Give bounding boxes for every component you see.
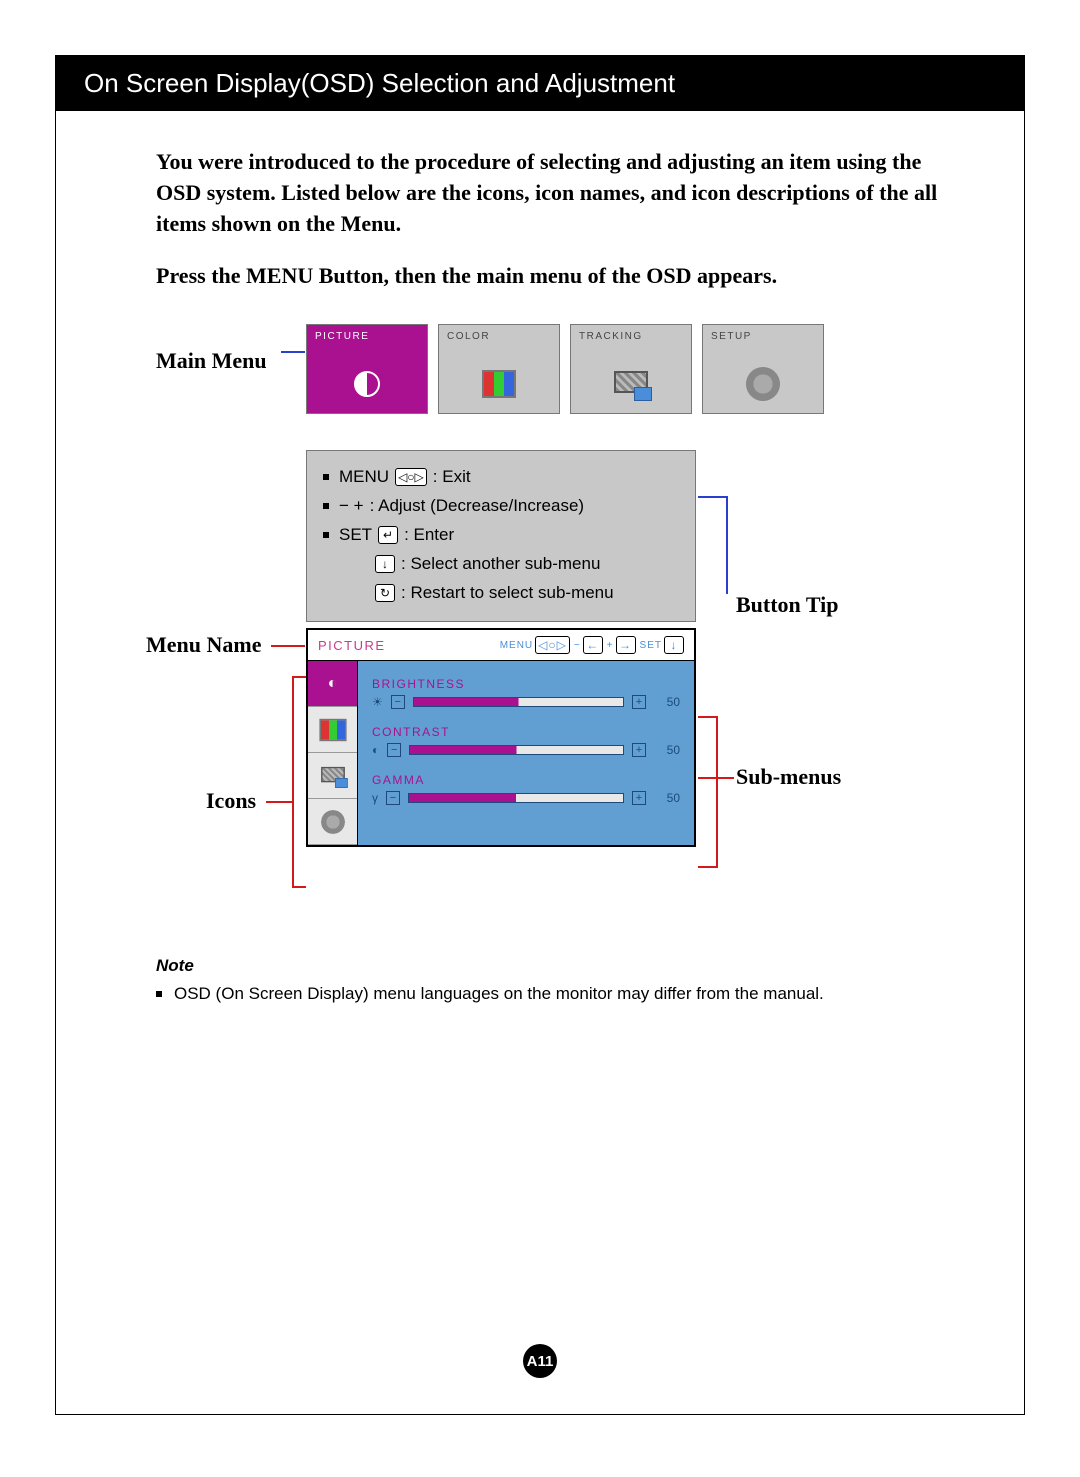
label-menu-name: Menu Name (146, 632, 261, 658)
tip-row: MENU ◁○▷ : Exit (323, 463, 679, 492)
increase-icon[interactable]: + (632, 791, 646, 805)
connector-line (266, 801, 294, 803)
osd-main-area: BRIGHTNESS ☀ − + 50 CONTRAST ◐ − (358, 660, 694, 845)
osd-btn-plus[interactable]: +→ (607, 636, 636, 654)
label-icons: Icons (206, 788, 256, 814)
connector-line (698, 866, 718, 868)
tip-row: ↻ : Restart to select sub-menu (323, 579, 679, 608)
intro-p1: You were introduced to the procedure of … (156, 147, 944, 239)
tile-picture[interactable]: PICTURE (306, 324, 428, 414)
restart-key-icon: ↻ (375, 584, 395, 602)
brightness-icon (307, 355, 427, 413)
intro-block: You were introduced to the procedure of … (56, 111, 1024, 292)
tip-row: ↓ : Select another sub-menu (323, 550, 679, 579)
enter-key-icon: ↵ (378, 526, 398, 544)
increase-icon[interactable]: + (632, 743, 646, 757)
increase-icon[interactable]: + (632, 695, 646, 709)
label-sub-menus: Sub-menus (736, 764, 841, 790)
tile-label: SETUP (711, 331, 752, 342)
button-tip-box: MENU ◁○▷ : Exit − + : Adjust (Decrease/I… (306, 450, 696, 622)
tip-desc: : Enter (404, 521, 454, 550)
osd-menu-name: PICTURE (318, 638, 386, 653)
page-number-badge: A11 (523, 1344, 557, 1378)
note-text: OSD (On Screen Display) menu languages o… (174, 984, 824, 1004)
note-block: Note OSD (On Screen Display) menu langua… (156, 956, 946, 1004)
tip-desc: : Restart to select sub-menu (401, 579, 614, 608)
osd-sidebar: ◐ (308, 660, 358, 845)
page-header: On Screen Display(OSD) Selection and Adj… (56, 56, 1024, 111)
side-icon-picture[interactable]: ◐ (308, 661, 357, 707)
tip-desc: : Select another sub-menu (401, 550, 600, 579)
submenu-label: BRIGHTNESS (372, 677, 680, 691)
label-main-menu: Main Menu (156, 348, 267, 374)
tile-label: TRACKING (579, 331, 643, 342)
tip-row: SET ↵ : Enter (323, 521, 679, 550)
side-icon-color[interactable] (308, 707, 357, 753)
osd-btn-set[interactable]: SET↓ (640, 636, 684, 654)
submenu-value: 50 (654, 695, 680, 709)
gear-icon (703, 355, 823, 413)
down-key-icon: ↓ (375, 555, 395, 573)
submenu-value: 50 (654, 791, 680, 805)
osd-btn-minus[interactable]: −← (574, 636, 603, 654)
connector-line (716, 716, 718, 866)
tile-color[interactable]: COLOR (438, 324, 560, 414)
color-bars-icon (439, 355, 559, 413)
connector-line (698, 496, 728, 498)
tip-prefix: MENU (339, 463, 389, 492)
slider-bar[interactable] (413, 697, 624, 707)
tile-setup[interactable]: SETUP (702, 324, 824, 414)
tip-prefix: − + (339, 492, 364, 521)
slider-bar[interactable] (409, 745, 624, 755)
tile-tracking[interactable]: TRACKING (570, 324, 692, 414)
submenu-icon: ☀ (372, 695, 383, 709)
intro-p2: Press the MENU Button, then the main men… (156, 261, 944, 292)
tile-label: PICTURE (315, 331, 369, 342)
side-icon-tracking[interactable] (308, 753, 357, 799)
connector-line (271, 645, 305, 647)
tip-desc: : Adjust (Decrease/Increase) (370, 492, 584, 521)
connector-line (292, 676, 306, 678)
submenu-icon: γ (372, 791, 378, 805)
tip-row: − + : Adjust (Decrease/Increase) (323, 492, 679, 521)
tracking-icon (571, 355, 691, 413)
osd-btn-menu[interactable]: MENU◁○▷ (500, 636, 570, 654)
submenu-contrast[interactable]: CONTRAST ◐ − + 50 (372, 725, 680, 757)
label-button-tip: Button Tip (736, 592, 839, 618)
decrease-icon[interactable]: − (387, 743, 401, 757)
submenu-label: GAMMA (372, 773, 680, 787)
osd-panel: PICTURE MENU◁○▷ −← +→ SET↓ ◐ (306, 628, 696, 847)
side-icon-setup[interactable] (308, 799, 357, 845)
note-heading: Note (156, 956, 946, 976)
decrease-icon[interactable]: − (391, 695, 405, 709)
connector-line (292, 886, 306, 888)
connector-line (698, 716, 718, 718)
menu-key-icon: ◁○▷ (395, 468, 427, 486)
slider-bar[interactable] (408, 793, 624, 803)
submenu-icon: ◐ (372, 743, 379, 757)
submenu-label: CONTRAST (372, 725, 680, 739)
submenu-gamma[interactable]: GAMMA γ − + 50 (372, 773, 680, 805)
main-menu-tiles: PICTURE COLOR TRACKING SETUP (306, 324, 824, 414)
submenu-value: 50 (654, 743, 680, 757)
tip-prefix: SET (339, 521, 372, 550)
osd-title-bar: PICTURE MENU◁○▷ −← +→ SET↓ (308, 630, 694, 660)
connector-line (292, 676, 294, 886)
submenu-brightness[interactable]: BRIGHTNESS ☀ − + 50 (372, 677, 680, 709)
tip-desc: : Exit (433, 463, 471, 492)
connector-line (281, 351, 305, 353)
decrease-icon[interactable]: − (386, 791, 400, 805)
tile-label: COLOR (447, 331, 490, 342)
connector-line (726, 496, 728, 594)
